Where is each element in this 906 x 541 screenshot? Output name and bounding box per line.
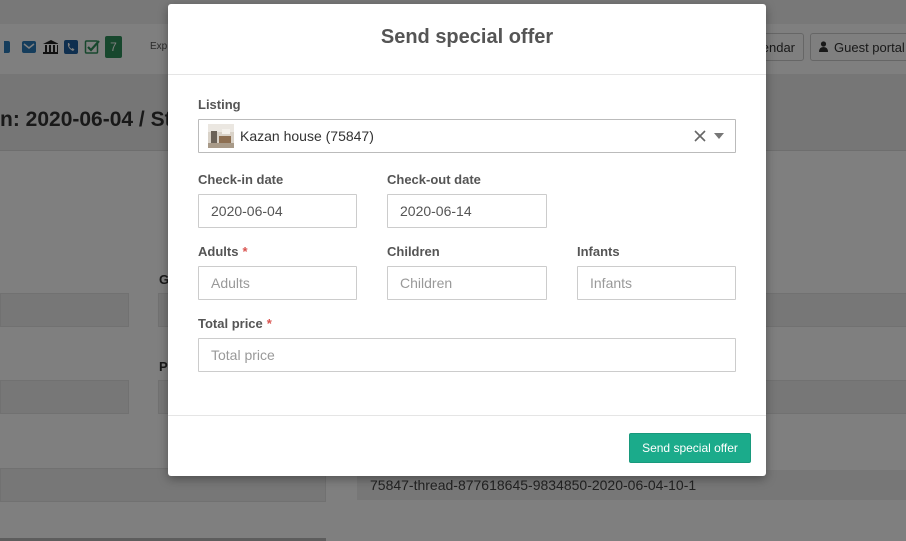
- modal-body: Listing Kazan house (75847) Check-in dat…: [168, 75, 766, 415]
- infants-label: Infants: [577, 244, 620, 259]
- checkin-label: Check-in date: [198, 172, 284, 187]
- listing-select-value: Kazan house (75847): [240, 128, 374, 144]
- infants-input[interactable]: [577, 266, 736, 300]
- chevron-down-icon[interactable]: [713, 132, 725, 140]
- listing-select[interactable]: Kazan house (75847): [198, 119, 736, 153]
- total-price-input[interactable]: [198, 338, 736, 372]
- special-offer-modal: Send special offer Listing Kazan house (…: [168, 4, 766, 476]
- listing-thumbnail: [208, 124, 234, 148]
- modal-title: Send special offer: [380, 25, 554, 48]
- adults-label-text: Adults: [198, 244, 239, 259]
- checkout-label: Check-out date: [387, 172, 481, 187]
- required-mark: *: [242, 244, 248, 259]
- children-label: Children: [387, 244, 440, 259]
- adults-label: Adults *: [198, 244, 248, 259]
- send-special-offer-button[interactable]: Send special offer: [629, 433, 751, 463]
- required-mark: *: [266, 316, 272, 331]
- total-price-label-text: Total price: [198, 316, 263, 331]
- total-price-label: Total price *: [198, 316, 272, 331]
- children-input[interactable]: [387, 266, 547, 300]
- clear-icon[interactable]: [693, 129, 707, 143]
- modal-footer: Send special offer: [168, 415, 766, 477]
- adults-input[interactable]: [198, 266, 357, 300]
- listing-label: Listing: [198, 97, 241, 112]
- modal-header: Send special offer: [168, 4, 766, 75]
- checkin-date-input[interactable]: [198, 194, 357, 228]
- checkout-date-input[interactable]: [387, 194, 547, 228]
